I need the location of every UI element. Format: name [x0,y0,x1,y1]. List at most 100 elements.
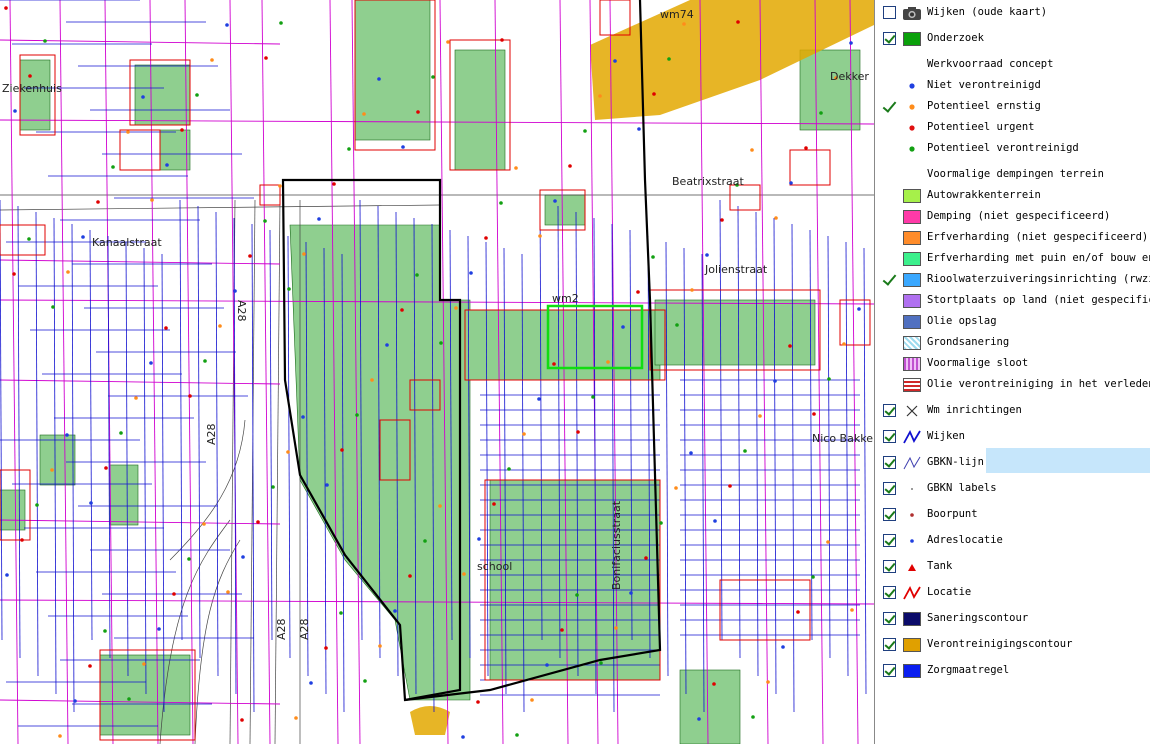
legend-group-header: Voormalige dempingen terrein [927,168,1105,180]
map-point [378,644,382,648]
map-point [667,57,671,61]
map-point [324,646,328,650]
legend-row-tank[interactable]: Tank [876,554,1150,580]
map-point [728,484,732,488]
map-point [606,360,610,364]
layer-checkbox[interactable] [883,612,896,625]
legend-row-onderzoek[interactable]: Onderzoek [876,26,1150,52]
legend-row-gbkn-lijn[interactable]: GBKN-lijn [876,450,1150,476]
boorpunt-icon [902,507,922,523]
legend-row-zorgmaatregel[interactable]: Zorgmaatregel [876,658,1150,684]
map-point [187,557,191,561]
legend-label: Locatie [927,586,972,598]
map-point [591,395,595,399]
map-point [203,359,207,363]
legend-row-saneringscontour[interactable]: Saneringscontour [876,606,1150,632]
map-point [4,6,8,10]
map-point [35,503,39,507]
map-point [172,592,176,596]
layer-checkbox[interactable] [883,560,896,573]
map-point [484,236,488,240]
map-point [689,451,693,455]
map-viewport[interactable]: Ziekenhuis Kanaalstraat Beatrixstraat Jo… [0,0,875,744]
layer-checkbox[interactable] [883,586,896,599]
legend-row-boorpunt[interactable]: Boorpunt [876,502,1150,528]
legend-swatch [903,664,921,678]
map-point [126,130,130,134]
point-color-icon [902,99,922,115]
map-point [408,574,412,578]
map-point [134,396,138,400]
map-point [629,591,633,595]
map-point [377,77,381,81]
map-point [568,164,572,168]
map-point [446,40,450,44]
layer-checkbox[interactable] [883,638,896,651]
layer-checkbox[interactable] [883,534,896,547]
legend-row-adreslocatie[interactable]: Adreslocatie [876,528,1150,554]
map-point [58,734,62,738]
map-point [302,252,306,256]
map-point [142,662,146,666]
layer-checkbox[interactable] [883,404,896,417]
legend-swatch [903,612,921,626]
map-point [13,109,17,113]
layer-checkbox[interactable] [883,6,896,19]
map-point [287,287,291,291]
point-color-icon [902,120,922,136]
layer-checkbox[interactable] [883,430,896,443]
layer-checkbox[interactable] [883,508,896,521]
legend-row-potentieel-verontreinigd[interactable]: Potentieel verontreinigd [876,136,1150,162]
legend-row-wijken-oude-kaart[interactable]: Wijken (oude kaart) [876,0,1150,26]
tank-icon [902,559,922,575]
map-point [553,199,557,203]
map-point [560,628,564,632]
map-point [340,448,344,452]
map-point [226,590,230,594]
legend-label: Zorgmaatregel [927,664,1010,676]
legend-row-olie-verontreiniging-in-het-verleden[interactable]: Olie verontreiniging in het verleden [876,372,1150,398]
legend-row-wijken[interactable]: Wijken [876,424,1150,450]
map-point [743,449,747,453]
map-point [103,629,107,633]
map-point [210,58,214,62]
map-point [96,200,100,204]
layer-checkbox[interactable] [883,664,896,677]
legend-label: Wm inrichtingen [927,404,1022,416]
map-point [713,519,717,523]
map-point [690,288,694,292]
map-point [712,682,716,686]
map-label-wm74: wm74 [660,8,694,21]
map-point [279,21,283,25]
map-label-ziekenhuis: Ziekenhuis [2,82,62,95]
layer-check-mark[interactable] [882,101,898,115]
map-point [141,95,145,99]
legend-row-gbkn-labels[interactable]: GBKN labels [876,476,1150,502]
legend-row-locatie[interactable]: Locatie [876,580,1150,606]
legend-label: Niet verontreinigd [927,79,1041,91]
layer-checkbox[interactable] [883,456,896,469]
map-canvas[interactable] [0,0,874,744]
map-point [50,468,54,472]
map-point [256,520,260,524]
map-point [278,184,282,188]
map-point [111,165,115,169]
legend-swatch [903,638,921,652]
map-point [241,555,245,559]
legend-label: Onderzoek [927,32,984,44]
point-color-icon [902,78,922,94]
legend-row-wm-inrichtingen[interactable]: Wm inrichtingen [876,398,1150,424]
map-point [789,181,793,185]
map-point [165,163,169,167]
legend-row-verontreinigingscontour[interactable]: Verontreinigingscontour [876,632,1150,658]
layer-checkbox[interactable] [883,32,896,45]
map-point [127,697,131,701]
layer-checkbox[interactable] [883,482,896,495]
legend-label: GBKN-lijn [927,456,984,468]
map-label-a28-3: A28 [298,618,311,640]
map-point [826,540,830,544]
map-point [28,74,32,78]
layer-check-mark[interactable] [882,274,898,288]
legend-label: Saneringscontour [927,612,1029,624]
map-point [65,433,69,437]
